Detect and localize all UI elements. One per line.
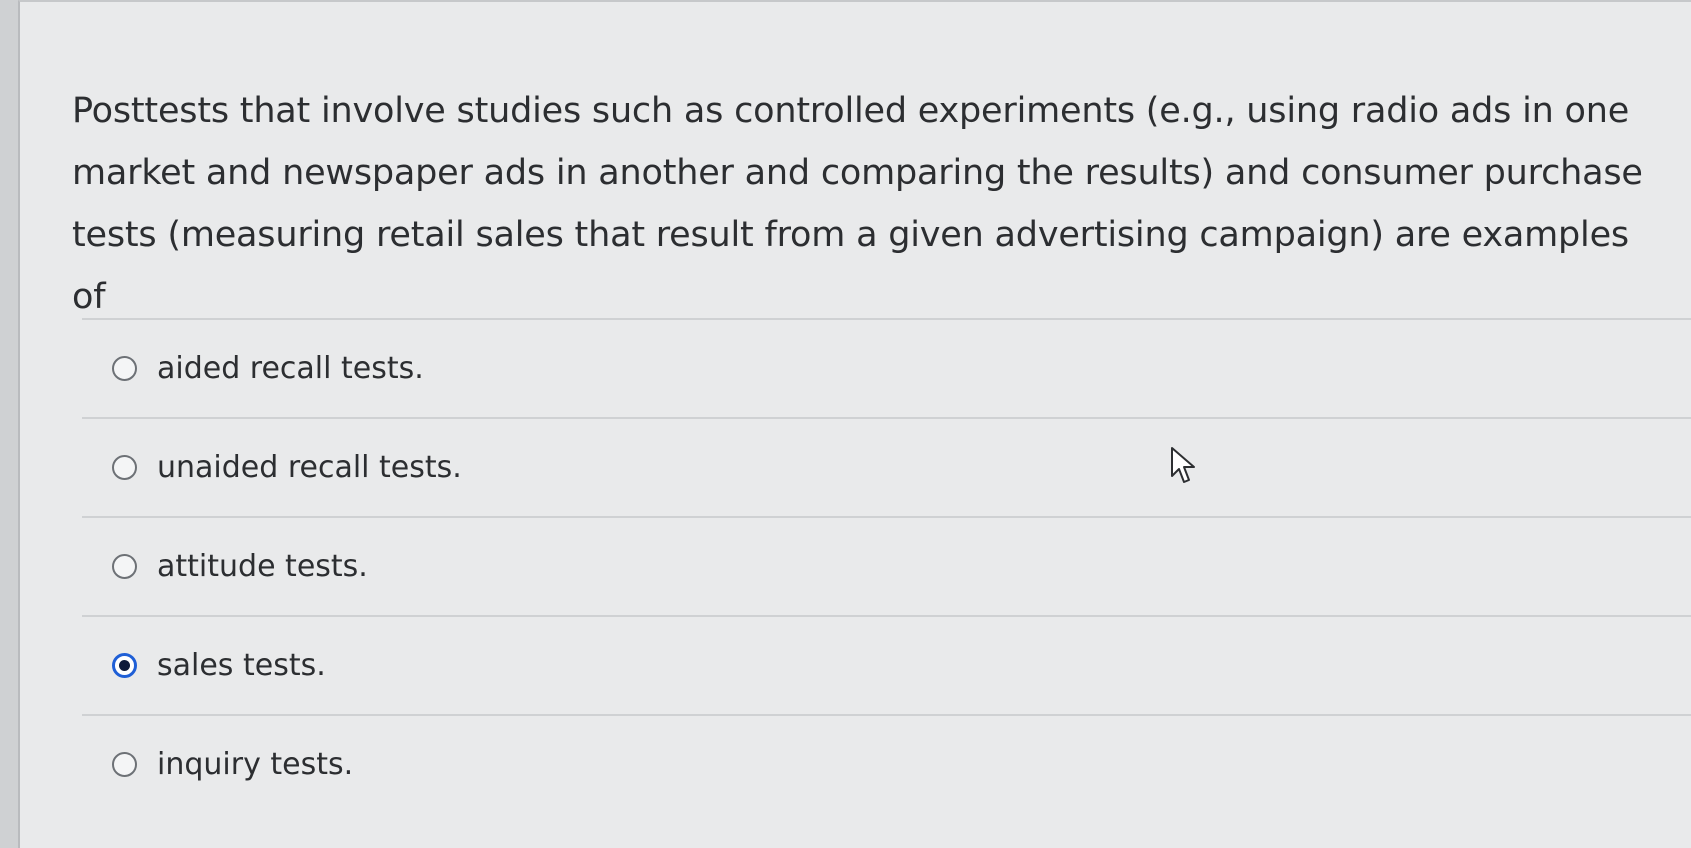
radio-button-icon[interactable]	[112, 356, 137, 381]
option-unaided-recall[interactable]: unaided recall tests.	[82, 417, 1691, 516]
mouse-pointer-icon	[1171, 447, 1195, 483]
option-aided-recall[interactable]: aided recall tests.	[82, 318, 1691, 417]
option-label: aided recall tests.	[157, 351, 424, 386]
radio-button-icon[interactable]	[112, 455, 137, 480]
option-sales[interactable]: sales tests.	[82, 615, 1691, 714]
radio-button-icon[interactable]	[112, 752, 137, 777]
question-text: Posttests that involve studies such as c…	[72, 91, 1643, 317]
option-label: attitude tests.	[157, 549, 368, 584]
radio-button-icon[interactable]	[112, 554, 137, 579]
answer-options: aided recall tests. unaided recall tests…	[82, 318, 1691, 813]
radio-button-selected-icon[interactable]	[112, 653, 137, 678]
option-attitude[interactable]: attitude tests.	[82, 516, 1691, 615]
option-label: sales tests.	[157, 648, 326, 683]
option-label: unaided recall tests.	[157, 450, 462, 485]
quiz-panel: Posttests that involve studies such as c…	[18, 0, 1691, 848]
option-label: inquiry tests.	[157, 747, 354, 782]
option-inquiry[interactable]: inquiry tests.	[82, 714, 1691, 813]
